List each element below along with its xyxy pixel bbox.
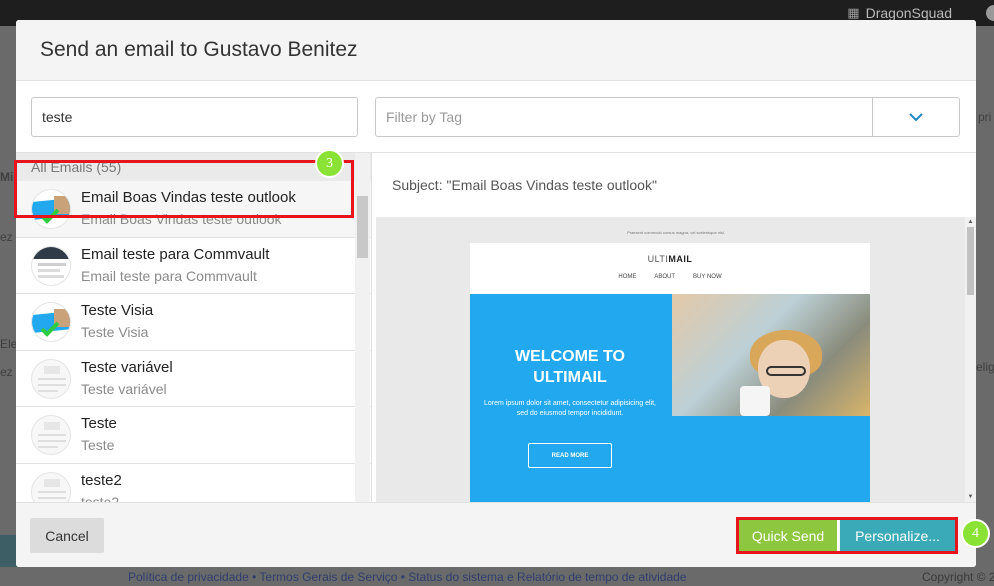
email-name: Email Boas Vindas teste outlook xyxy=(81,189,296,206)
modal-footer: Cancel Quick Send Personalize... xyxy=(16,502,976,567)
tag-filter[interactable] xyxy=(375,97,960,137)
background-text: ez xyxy=(0,230,13,244)
step-badge-4: 4 xyxy=(961,519,990,548)
background-text: ez xyxy=(0,365,13,379)
email-thumbnail xyxy=(31,189,71,229)
footer-links[interactable]: Política de privacidade • Termos Gerais … xyxy=(128,570,686,584)
preview-scrollbar[interactable]: ▲ ▼ xyxy=(965,217,976,502)
preview-nav-item: BUY NOW xyxy=(693,274,722,280)
email-thumbnail xyxy=(31,302,71,342)
email-list-item[interactable]: Email Boas Vindas teste outlook Email Boa… xyxy=(16,181,371,238)
send-actions-highlight: Quick Send Personalize... xyxy=(736,517,958,554)
email-subject: Teste variável xyxy=(81,380,167,397)
preview-subject: Subject: "Email Boas Vindas teste outloo… xyxy=(392,177,657,193)
email-name: Email teste para Commvault xyxy=(81,245,270,263)
preview-hero: WELCOME TO ULTIMAIL Lorem ipsum dolor si… xyxy=(470,294,870,502)
email-thumbnail xyxy=(31,358,71,399)
list-scrollbar[interactable] xyxy=(355,153,370,502)
step-badge-3: 3 xyxy=(315,149,344,178)
email-name: Teste xyxy=(81,415,117,432)
email-preview: Praesent commodo cursus magna, vel scele… xyxy=(376,217,976,502)
hero-photo xyxy=(672,294,870,416)
tag-filter-toggle[interactable] xyxy=(872,98,959,136)
cancel-button[interactable]: Cancel xyxy=(30,518,104,553)
preview-nav-item: ABOUT xyxy=(654,274,676,280)
email-list-item[interactable]: Teste Visia Teste Visia xyxy=(16,294,371,351)
email-list-item[interactable]: Email teste para Commvault Email teste pa… xyxy=(16,238,371,294)
email-list: All Emails (55) Email Boas Vindas teste … xyxy=(16,153,372,502)
org-switcher[interactable]: ▦ DragonSquad xyxy=(847,5,952,21)
email-subject: Email teste para Commvault xyxy=(81,267,257,284)
chevron-down-icon xyxy=(909,112,923,121)
building-icon: ▦ xyxy=(847,5,860,20)
background-text: elige xyxy=(976,360,994,374)
email-list-item[interactable]: Teste variável Teste variável xyxy=(16,351,371,407)
scroll-down-icon[interactable]: ▼ xyxy=(966,493,975,501)
hero-text: Lorem ipsum dolor sit amet, consectetur … xyxy=(484,400,656,417)
email-subject: teste2 xyxy=(81,493,120,503)
email-thumbnail xyxy=(31,471,71,502)
email-subject: Teste xyxy=(81,437,115,453)
copyright: Copyright © 2 xyxy=(922,570,994,584)
modal-header: Send an email to Gustavo Benitez xyxy=(16,20,976,81)
email-thumbnail xyxy=(31,415,71,455)
avatar[interactable] xyxy=(986,5,994,21)
personalize-button[interactable]: Personalize... xyxy=(840,520,955,551)
email-list-item[interactable]: teste2 teste2 xyxy=(16,464,371,503)
email-thumbnail xyxy=(31,245,71,286)
scroll-up-icon[interactable]: ▲ xyxy=(966,218,975,226)
hero-button: READ MORE xyxy=(528,443,612,468)
org-name: DragonSquad xyxy=(865,5,952,21)
send-email-modal: Send an email to Gustavo Benitez All Ema… xyxy=(16,20,976,567)
email-name: teste2 xyxy=(81,471,122,489)
preview-preheader: Praesent commodo cursus magna, vel scele… xyxy=(627,230,725,235)
email-name: Teste Visia xyxy=(81,302,154,319)
list-scroll-thumb[interactable] xyxy=(357,196,368,258)
tag-filter-input[interactable] xyxy=(376,98,872,136)
preview-nav-item: HOME xyxy=(618,274,637,280)
email-list-item[interactable]: Teste Teste xyxy=(16,407,371,464)
background-text: Mi xyxy=(0,170,14,184)
quick-send-button[interactable]: Quick Send xyxy=(739,520,837,551)
preview-logo: ULTIMAIL xyxy=(647,254,693,264)
background-text: pri xyxy=(978,110,992,124)
search-input[interactable] xyxy=(31,97,358,137)
background-text: Ele xyxy=(0,337,18,351)
email-name: Teste variável xyxy=(81,358,173,376)
modal-title: Send an email to Gustavo Benitez xyxy=(40,38,358,61)
email-subject: Email Boas Vindas teste outlook xyxy=(81,211,282,227)
preview-email-body: ULTIMAIL HOME ABOUT BUY NOW WELCOME TO U… xyxy=(470,243,870,502)
preview-nav: HOME ABOUT BUY NOW xyxy=(470,274,870,280)
hero-title: WELCOME TO ULTIMAIL xyxy=(515,348,625,386)
preview-scroll-thumb[interactable] xyxy=(967,227,974,295)
email-subject: Teste Visia xyxy=(81,324,149,340)
